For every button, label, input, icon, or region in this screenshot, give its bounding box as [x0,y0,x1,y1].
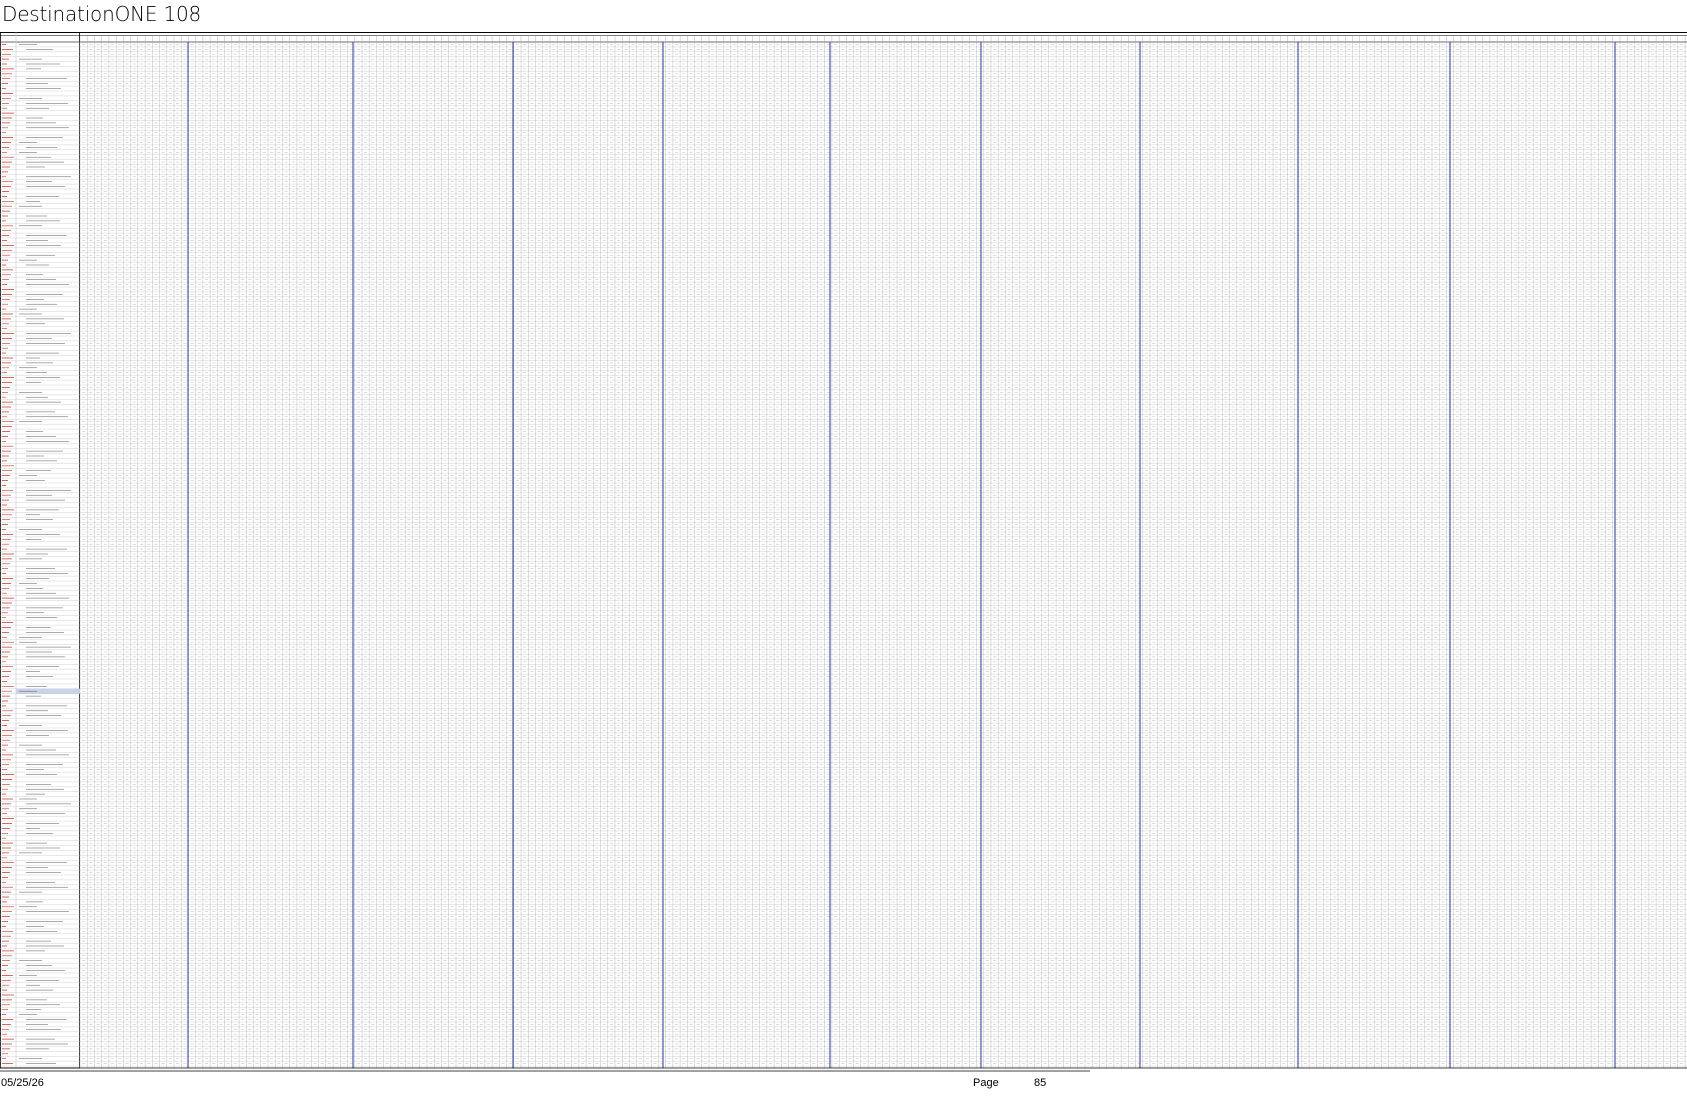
footer-page-number: 85 [1034,1077,1047,1089]
page-title: DestinationONE 108 [2,2,202,26]
grid-canvas [0,32,1687,1072]
footer-page-label: Page [973,1077,999,1089]
schedule-grid [0,32,1687,1072]
footer-date: 05/25/26 [1,1077,44,1089]
